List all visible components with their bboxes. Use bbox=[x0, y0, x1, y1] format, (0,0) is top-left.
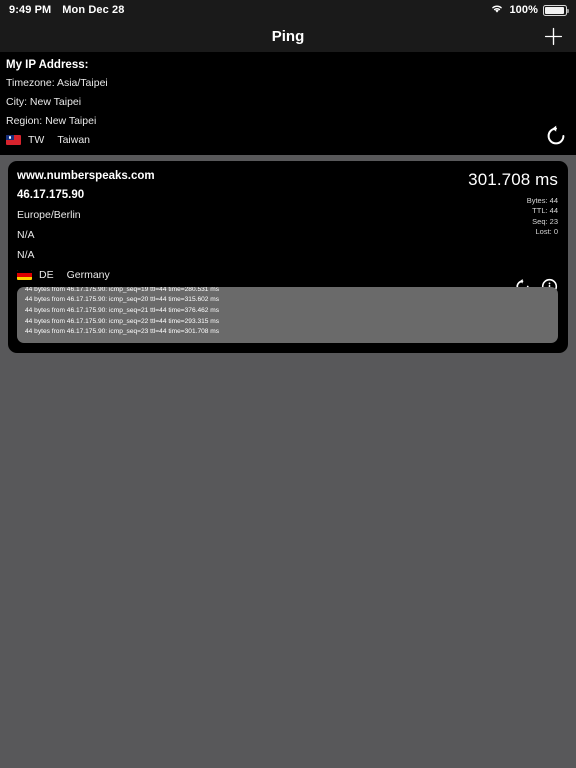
log-line: 44 bytes from 46.17.175.90: icmp_seq=19 … bbox=[25, 287, 220, 293]
ping-timezone: Europe/Berlin bbox=[17, 209, 81, 221]
flag-taiwan-icon bbox=[6, 135, 21, 145]
status-bar-left: 9:49 PM Mon Dec 28 bbox=[9, 4, 124, 16]
status-bar-date: Mon Dec 28 bbox=[62, 4, 125, 16]
ping-log-lines: 44 bytes from 46.17.175.90: icmp_seq=18 … bbox=[25, 287, 550, 338]
status-bar: 9:49 PM Mon Dec 28 100% bbox=[0, 0, 576, 20]
my-ip-country-code: TW bbox=[28, 134, 45, 146]
log-line: 44 bytes from 46.17.175.90: icmp_seq=21 … bbox=[25, 306, 220, 314]
ping-ip: 46.17.175.90 bbox=[17, 189, 85, 201]
refresh-icon bbox=[547, 125, 565, 145]
ping-country-name: Germany bbox=[66, 269, 110, 281]
battery-percent-label: 100% bbox=[509, 4, 538, 16]
ping-region: N/A bbox=[17, 249, 35, 261]
stat-bytes: Bytes: 44 bbox=[526, 195, 558, 205]
status-bar-time: 9:49 PM bbox=[9, 4, 52, 16]
stat-seq: Seq: 23 bbox=[532, 216, 558, 226]
page-title: Ping bbox=[271, 27, 305, 45]
log-line: 44 bytes from 46.17.175.90: icmp_seq=23 … bbox=[25, 328, 220, 336]
wifi-icon bbox=[490, 3, 504, 17]
ping-log-panel[interactable]: 44 bytes from 46.17.175.90: icmp_seq=18 … bbox=[17, 287, 558, 343]
my-ip-city: City: New Taipei bbox=[6, 96, 82, 108]
stat-ttl: TTL: 44 bbox=[532, 206, 558, 216]
add-host-button[interactable] bbox=[540, 23, 566, 49]
ping-host: www.numberspeaks.com bbox=[17, 170, 155, 182]
my-ip-country-name: Taiwan bbox=[57, 134, 91, 146]
my-ip-country: TW Taiwan bbox=[6, 134, 566, 146]
ping-country: DE Germany bbox=[17, 269, 456, 281]
my-ip-region: Region: New Taipei bbox=[6, 115, 97, 127]
ping-city: N/A bbox=[17, 229, 35, 241]
status-bar-right: 100% bbox=[490, 3, 569, 17]
navigation-bar: Ping bbox=[0, 20, 576, 52]
log-line: 44 bytes from 46.17.175.90: icmp_seq=22 … bbox=[25, 317, 220, 325]
ping-country-code: DE bbox=[39, 269, 54, 281]
my-ip-refresh-button[interactable] bbox=[544, 124, 568, 148]
my-ip-timezone: Timezone: Asia/Taipei bbox=[6, 77, 108, 89]
ping-latency: 301.708 ms bbox=[468, 170, 558, 189]
battery-full-icon bbox=[543, 4, 569, 16]
ping-card-stats: 301.708 ms Bytes: 44 TTL: 44 Seq: 23 Los… bbox=[456, 170, 558, 238]
log-line: 44 bytes from 46.17.175.90: icmp_seq=20 … bbox=[25, 296, 220, 304]
flag-germany-icon bbox=[17, 270, 32, 280]
ping-card-details: www.numberspeaks.com 46.17.175.90 Europe… bbox=[17, 170, 456, 281]
my-ip-panel: My IP Address: Timezone: Asia/Taipei Cit… bbox=[0, 52, 576, 155]
plus-icon bbox=[544, 27, 562, 45]
my-ip-title: My IP Address: bbox=[6, 59, 89, 71]
ping-result-card[interactable]: www.numberspeaks.com 46.17.175.90 Europe… bbox=[8, 161, 568, 353]
ping-card-header: www.numberspeaks.com 46.17.175.90 Europe… bbox=[17, 170, 558, 281]
stat-lost: Lost: 0 bbox=[535, 227, 558, 237]
ping-results-list: www.numberspeaks.com 46.17.175.90 Europe… bbox=[0, 155, 576, 353]
